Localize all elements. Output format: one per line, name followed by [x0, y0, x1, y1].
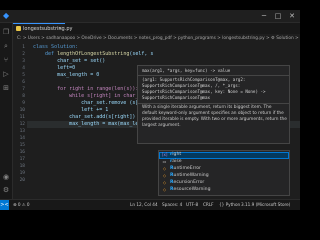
class-icon: ◇: [162, 166, 167, 171]
account-icon[interactable]: ◉: [2, 173, 10, 181]
menu-icon[interactable]: [16, 13, 26, 28]
suggestion-label: RecursionError: [170, 180, 204, 187]
suggestion-label: RuntimeError: [170, 166, 201, 173]
run-debug-icon[interactable]: ▷: [2, 70, 10, 78]
suggestion-rest: ight: [172, 152, 182, 157]
breadcrumb[interactable]: C: > Users > sadhanaapoo > OneDrive > Do…: [13, 35, 300, 43]
code-token: lengthOfLongestSubstring: [57, 51, 130, 57]
title-bar: ◆ ─ □ ✕: [0, 10, 300, 28]
code-line[interactable]: left += 1: [33, 107, 108, 114]
explorer-icon[interactable]: ❐: [2, 28, 10, 36]
line-ending[interactable]: CRLF: [203, 202, 214, 208]
line-number: 10: [19, 108, 25, 113]
line-number: 11: [19, 115, 25, 120]
code-line[interactable]: for right in range(len(s)):: [33, 86, 138, 93]
code-token: def: [33, 51, 58, 57]
tab-longestsubstring[interactable]: longestsubstring.py ×: [13, 23, 72, 34]
suggestion-label: ResourceWarning: [170, 187, 211, 194]
suggestion-item[interactable]: ◇ RuntimeError: [159, 166, 289, 173]
suggestion-rest: esourceWarning: [173, 187, 211, 192]
class-icon: ◇: [162, 173, 167, 178]
line-number: 13: [19, 129, 25, 134]
indentation[interactable]: Spaces: 4: [162, 202, 182, 208]
vscode-window: ◆ ─ □ ✕ ❐ ⌕ ⑂ ▷ ⊞ ◉ ⚙ longestsubstring.p…: [0, 10, 300, 210]
maximize-button[interactable]: □: [271, 10, 285, 22]
line-number: 7: [22, 87, 25, 92]
line-number: 14: [19, 136, 25, 141]
suggestion-item[interactable]: [x] right: [159, 152, 289, 159]
tab-label: longestsubstring.py: [23, 26, 73, 32]
remote-indicator-icon[interactable]: ><: [0, 200, 9, 210]
code-line[interactable]: while s[right] in char_set:: [33, 93, 150, 100]
line-number: 4: [22, 66, 25, 71]
signature-param-line: SupportsRichComparisonT@max: [142, 95, 211, 100]
code-line[interactable]: max_length = 0: [33, 72, 99, 79]
suggestion-label: right: [170, 152, 181, 159]
python-file-icon: [16, 26, 21, 31]
tab-close-icon[interactable]: ×: [58, 25, 62, 33]
screenshot: ◆ ─ □ ✕ ❐ ⌕ ⑂ ▷ ⊞ ◉ ⚙ longestsubstring.p…: [0, 0, 300, 225]
source-control-icon[interactable]: ⑂: [2, 56, 10, 64]
signature-line: max(arg1, *args, key=func) -> value: [142, 68, 231, 73]
popup-divider: [138, 103, 289, 104]
suggestion-rest: untimeWarning: [173, 173, 209, 178]
autocomplete-list[interactable]: [x] right ▭ raise ◇ RuntimeError ◇ Runti…: [158, 150, 290, 196]
line-number: 20: [19, 178, 25, 183]
class-icon: ◇: [162, 187, 167, 192]
suggestion-rest: untimeError: [173, 166, 201, 171]
line-number: 15: [19, 143, 25, 148]
keyword-icon: ▭: [162, 159, 167, 164]
encoding[interactable]: UTF-8: [186, 202, 198, 208]
line-number: 19: [19, 171, 25, 176]
line-number: 1: [22, 45, 25, 50]
extensions-icon[interactable]: ⊞: [2, 84, 10, 92]
suggestion-item[interactable]: ◇ ResourceWarning: [159, 187, 289, 194]
code-line[interactable]: class Solution:: [33, 44, 78, 51]
signature-help-popup: max(arg1, *args, key=func) -> value (arg…: [137, 65, 290, 144]
class-icon: ◇: [162, 180, 167, 185]
status-bar: >< ⊗ 0 ⚠ 0 Ln 12, Col 44 Spaces: 4 UTF-8…: [0, 199, 300, 210]
line-number: 6: [22, 80, 25, 85]
manage-gear-icon[interactable]: ⚙: [2, 186, 10, 194]
problems-indicator[interactable]: ⊗ 0 ⚠ 0: [13, 202, 30, 208]
line-number: 2: [22, 52, 25, 57]
suggestion-label: RuntimeWarning: [170, 173, 209, 180]
code-line[interactable]: def lengthOfLongestSubstring(self, s: [33, 51, 153, 58]
suggestion-item[interactable]: ◇ RuntimeWarning: [159, 173, 289, 180]
close-window-button[interactable]: ✕: [285, 10, 299, 22]
code-line[interactable]: left=0: [33, 65, 75, 72]
letterbox-bottom: [0, 210, 300, 225]
line-number: 12: [19, 122, 25, 127]
search-icon[interactable]: ⌕: [2, 42, 10, 50]
line-number: 18: [19, 164, 25, 169]
suggestion-item[interactable]: ◇ RecursionError: [159, 180, 289, 187]
cursor-position[interactable]: Ln 12, Col 44: [130, 202, 158, 208]
suggestion-item[interactable]: ▭ raise: [159, 159, 289, 166]
line-number: 9: [22, 101, 25, 106]
language-mode[interactable]: {} Python: [219, 202, 240, 208]
python-interpreter[interactable]: 3.11.9 (Microsoft Store): [241, 202, 290, 208]
suggestion-label: raise: [170, 159, 182, 166]
vscode-logo-icon: ◆: [3, 11, 10, 20]
line-number: 16: [19, 150, 25, 155]
code-line[interactable]: char_set = set(): [33, 58, 105, 65]
suggestion-rest: aise: [172, 159, 182, 164]
letterbox-top: [0, 0, 300, 10]
activity-bar: ❐ ⌕ ⑂ ▷ ⊞ ◉ ⚙: [0, 23, 13, 199]
suggestion-rest: ecursionError: [173, 180, 205, 185]
minimize-button[interactable]: ─: [257, 10, 271, 22]
tab-bar: longestsubstring.py ×: [13, 23, 300, 34]
docstring: With a single iterable argument, return …: [142, 105, 287, 128]
variable-icon: [x]: [162, 152, 168, 157]
code-line[interactable]: char_set.add(s[right]): [33, 114, 135, 121]
line-number: 3: [22, 59, 25, 64]
line-number: 5: [22, 73, 25, 78]
popup-divider: [138, 75, 289, 76]
line-number: 8: [22, 94, 25, 99]
line-number: 17: [19, 157, 25, 162]
code-token: (self, s: [129, 51, 154, 57]
